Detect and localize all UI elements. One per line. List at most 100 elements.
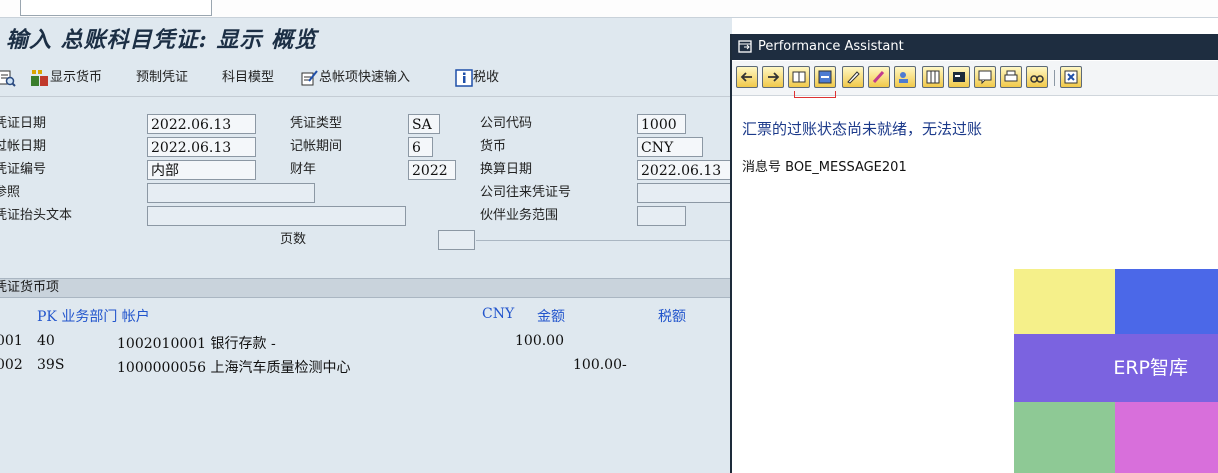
toolbar-separator: [1054, 70, 1055, 86]
trading-partner-label: 伙伴业务范围: [480, 208, 559, 223]
home-button[interactable]: [788, 66, 810, 88]
zoom-document-icon: [0, 70, 16, 87]
display-currency-button[interactable]: 显示货币: [30, 68, 102, 88]
gl-fast-entry-label: 总帐项快速输入: [319, 70, 411, 85]
logo-pink-block: [1115, 402, 1218, 473]
arrow-left-icon: [740, 72, 752, 82]
overview-button[interactable]: [0, 68, 16, 88]
pencil-icon: [847, 71, 860, 84]
section-divider: [476, 240, 732, 241]
assistant-toolbar: [732, 61, 1218, 98]
message-button[interactable]: [974, 66, 996, 88]
doc-type-field[interactable]: SA: [408, 114, 440, 134]
printer-icon: [1004, 70, 1018, 82]
row-amount: 100.00: [515, 333, 564, 349]
main-screen: 输入 总账科目凭证: 显示 概览 显示货币 预制凭证 科目模型 总帐项快速输入 …: [0, 18, 732, 473]
page-title: 输入 总账科目凭证: 显示 概览: [6, 27, 318, 53]
focus-marker: [794, 91, 836, 98]
tax-button[interactable]: 税收: [455, 68, 499, 88]
doc-date-field[interactable]: 2022.06.13: [147, 114, 256, 134]
forward-button[interactable]: [762, 66, 784, 88]
fiscal-year-field[interactable]: 2022: [408, 160, 456, 180]
period-label: 记帐期间: [290, 139, 343, 154]
logo-text: ERP智库: [1113, 357, 1188, 379]
translation-date-label: 换算日期: [480, 162, 533, 177]
info-icon: [455, 68, 473, 87]
translation-date-field[interactable]: 2022.06.13: [637, 160, 732, 180]
book-icon: [792, 71, 806, 83]
company-code-field[interactable]: 1000: [637, 114, 686, 134]
assistant-window-icon: [738, 40, 752, 53]
logo-blue-block: [1115, 269, 1218, 334]
items-section-title: 凭证货币项: [0, 280, 60, 295]
performance-assistant-window: Performance Assistant 汇票的过账状态尚未就绪，无法过账 消…: [730, 34, 1218, 473]
currency-label: 货币: [480, 139, 507, 154]
error-message: 汇票的过账状态尚未就绪，无法过账: [742, 120, 983, 138]
display-currency-label: 显示货币: [50, 70, 103, 85]
watermark-logo: ERP智库: [1014, 269, 1218, 473]
park-document-button[interactable]: 预制凭证: [136, 68, 188, 88]
items-section-header: 凭证货币项: [0, 278, 732, 298]
period-field[interactable]: 6: [408, 137, 433, 157]
posting-date-label: 过帐日期: [0, 139, 47, 154]
reference-field[interactable]: [147, 183, 315, 203]
marker-icon: [872, 70, 885, 84]
assistant-titlebar[interactable]: Performance Assistant: [732, 34, 1218, 60]
table-button[interactable]: [922, 66, 944, 88]
pages-label: 页数: [280, 232, 307, 247]
column-header-pk-account: PK 业务部门 帐户: [37, 309, 150, 325]
fiscal-year-label: 财年: [290, 162, 317, 177]
top-strip: [0, 0, 1218, 18]
trading-partner-field[interactable]: [637, 206, 686, 226]
edit-long-button[interactable]: [868, 66, 890, 88]
posting-date-field[interactable]: 2022.06.13: [147, 137, 256, 157]
header-text-label: 凭证抬头文本: [0, 208, 73, 223]
arrow-right-icon: [768, 72, 780, 82]
row-account: 1002010001 银行存款 -: [117, 336, 276, 352]
row-posting-key: 40: [37, 333, 55, 349]
print-button[interactable]: [1000, 66, 1022, 88]
doc-date-label: 凭证日期: [0, 116, 47, 131]
pages-field[interactable]: [438, 230, 475, 250]
user-button[interactable]: [894, 66, 916, 88]
toolbar-divider: [0, 96, 732, 97]
account-model-label: 科目模型: [222, 70, 275, 85]
doc-number-field[interactable]: 内部: [147, 160, 256, 180]
currency-icon: [31, 69, 48, 86]
doc-number-label: 凭证编号: [0, 162, 47, 177]
find-button[interactable]: [1026, 66, 1048, 88]
row-account: 1000000056 上海汽车质量检测中心: [117, 360, 351, 376]
close-icon: [1064, 70, 1078, 84]
column-header-tax: 税额: [658, 309, 686, 325]
currency-field[interactable]: CNY: [637, 137, 703, 157]
intercompany-doc-field[interactable]: [637, 183, 732, 203]
logo-yellow-block: [1014, 269, 1115, 334]
tax-label: 税收: [473, 70, 500, 85]
row-posting-key: 39S: [37, 357, 65, 373]
command-field[interactable]: [20, 0, 212, 16]
account-model-button[interactable]: 科目模型: [222, 68, 274, 88]
reference-label: 参照: [0, 185, 21, 200]
row-item-number: 001: [0, 333, 23, 349]
column-header-currency: CNY: [482, 306, 515, 322]
message-number: 消息号 BOE_MESSAGE201: [742, 160, 907, 175]
doc-type-label: 凭证类型: [290, 116, 343, 131]
park-document-label: 预制凭证: [136, 70, 189, 85]
edit-list-icon: [301, 69, 318, 85]
company-code-label: 公司代码: [480, 116, 533, 131]
back-button[interactable]: [736, 66, 758, 88]
technical-info-button[interactable]: [814, 66, 836, 88]
grid-icon: [926, 70, 940, 84]
assistant-title: Performance Assistant: [758, 39, 904, 54]
display-button[interactable]: [948, 66, 970, 88]
column-header-amount: 金额: [537, 309, 565, 325]
people-icon: [899, 72, 908, 83]
logo-green-block: [1014, 402, 1115, 473]
tools-icon: [818, 70, 832, 84]
gl-fast-entry-button[interactable]: 总帐项快速输入: [301, 68, 410, 88]
row-item-number: 002: [0, 357, 23, 373]
row-credit-amount: 100.00-: [573, 357, 627, 373]
header-text-field[interactable]: [147, 206, 406, 226]
edit-button[interactable]: [842, 66, 864, 88]
close-button[interactable]: [1060, 66, 1082, 88]
